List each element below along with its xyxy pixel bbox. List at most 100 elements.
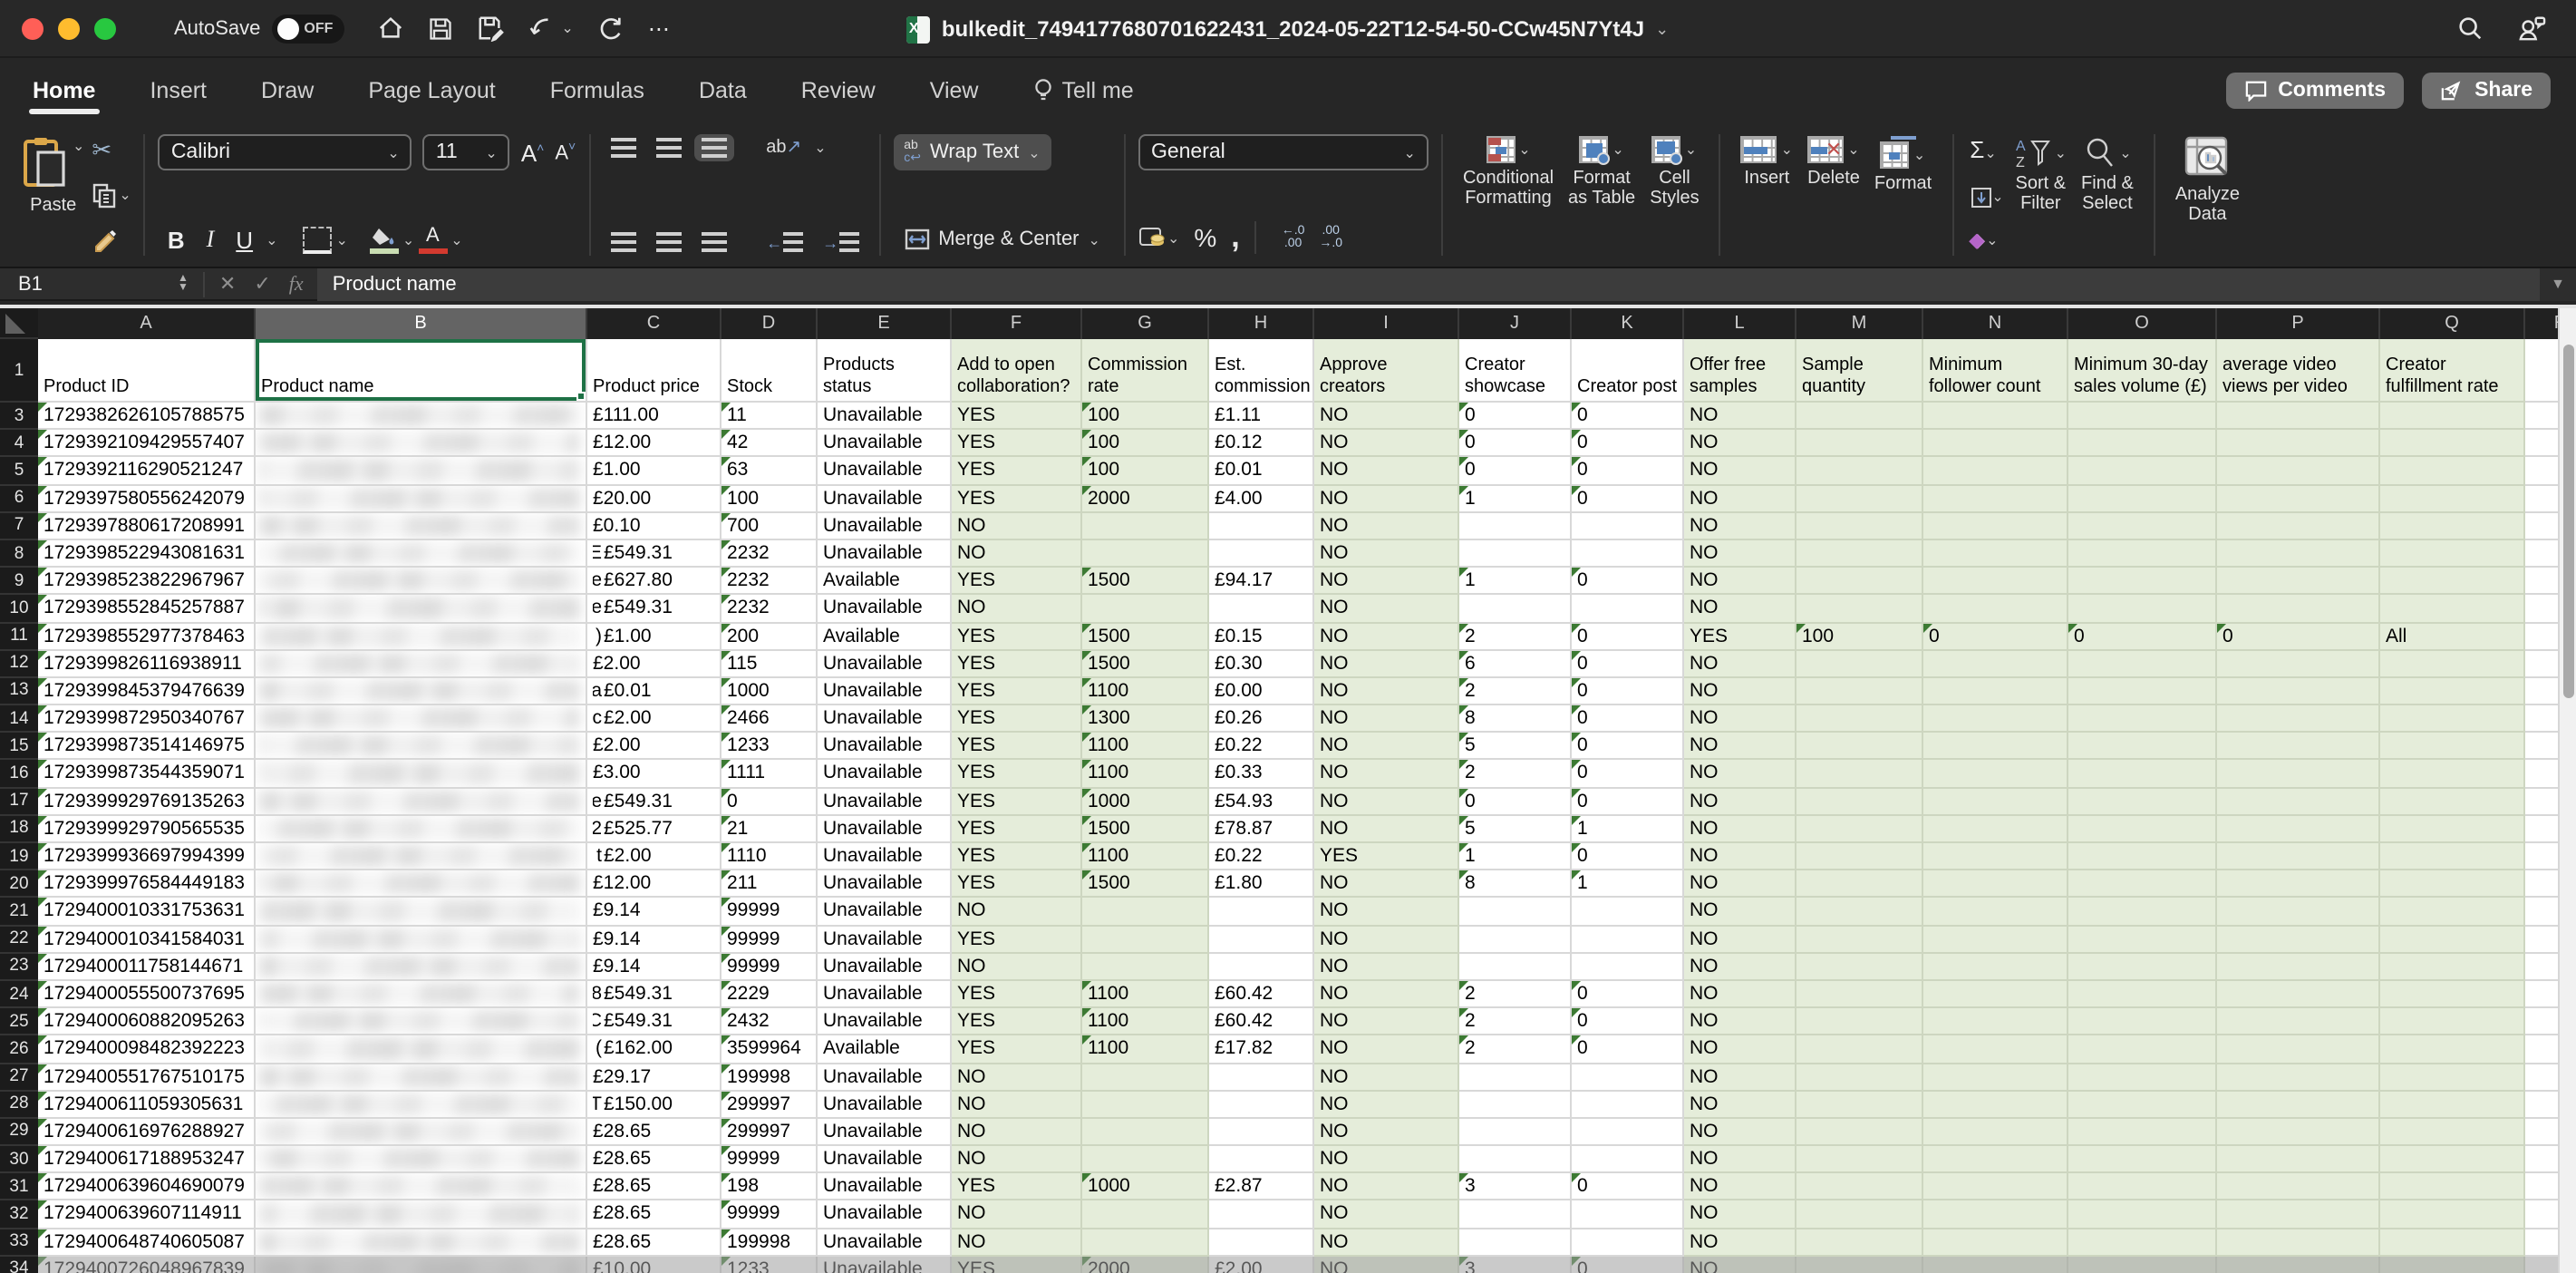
row-header-26[interactable]: 26	[0, 1036, 38, 1064]
cell-L21[interactable]: NO	[1684, 899, 1796, 926]
cell-B19[interactable]	[256, 843, 587, 870]
cell-O26[interactable]	[2068, 1036, 2217, 1064]
increase-decimal-icon[interactable]: ←.0 .00	[1282, 225, 1305, 250]
tab-data[interactable]: Data	[699, 63, 747, 118]
cell-F4[interactable]: YES	[952, 430, 1082, 457]
cell-H11[interactable]: £0.15	[1209, 623, 1314, 650]
cell-A8[interactable]: 1729398522943081631	[38, 540, 256, 568]
cell-C25[interactable]: C£549.31	[587, 1008, 721, 1035]
cell-G22[interactable]	[1082, 926, 1209, 953]
cell-P22[interactable]	[2217, 926, 2380, 953]
row-header-29[interactable]: 29	[0, 1119, 38, 1146]
cell-F30[interactable]: NO	[952, 1146, 1082, 1173]
cell-B33[interactable]	[256, 1229, 587, 1256]
cell-P14[interactable]	[2217, 705, 2380, 733]
cell-E9[interactable]: Available	[818, 568, 952, 595]
cell-F29[interactable]: NO	[952, 1119, 1082, 1146]
cell-O31[interactable]	[2068, 1174, 2217, 1201]
cell-F31[interactable]: YES	[952, 1174, 1082, 1201]
copy-icon[interactable]: ⌄	[92, 182, 131, 208]
cell-E29[interactable]: Unavailable	[818, 1119, 952, 1146]
row-header-15[interactable]: 15	[0, 734, 38, 761]
cell-H4[interactable]: £0.12	[1209, 430, 1314, 457]
cell-Q16[interactable]	[2380, 761, 2525, 788]
cell-A14[interactable]: 1729399872950340767	[38, 705, 256, 733]
cell-O6[interactable]	[2068, 485, 2217, 512]
cell-E3[interactable]: Unavailable	[818, 403, 952, 430]
cell-N3[interactable]	[1923, 403, 2068, 430]
cell-H16[interactable]: £0.33	[1209, 761, 1314, 788]
cell-P11[interactable]: 0	[2217, 623, 2380, 650]
cell-K23[interactable]	[1572, 954, 1684, 981]
cell-I1[interactable]: Approve creators	[1314, 339, 1459, 403]
cancel-icon[interactable]: ✕	[219, 272, 236, 296]
cell-C13[interactable]: a£0.01	[587, 678, 721, 705]
cell-H6[interactable]: £4.00	[1209, 485, 1314, 512]
cell-B17[interactable]	[256, 788, 587, 815]
cell-O13[interactable]	[2068, 678, 2217, 705]
cell-O3[interactable]	[2068, 403, 2217, 430]
cell-P3[interactable]	[2217, 403, 2380, 430]
row-header-18[interactable]: 18	[0, 816, 38, 843]
cell-J32[interactable]	[1459, 1201, 1572, 1229]
cell-O24[interactable]	[2068, 981, 2217, 1008]
cell-P5[interactable]	[2217, 458, 2380, 485]
cell-E23[interactable]: Unavailable	[818, 954, 952, 981]
tab-page-layout[interactable]: Page Layout	[368, 63, 495, 118]
cell-B16[interactable]	[256, 761, 587, 788]
cell-K29[interactable]	[1572, 1119, 1684, 1146]
column-header-H[interactable]: H	[1209, 308, 1314, 339]
cell-M20[interactable]	[1796, 870, 1923, 898]
cell-D29[interactable]: 299997	[721, 1119, 818, 1146]
cell-F1[interactable]: Add to open collaboration?	[952, 339, 1082, 403]
cell-K4[interactable]: 0	[1572, 430, 1684, 457]
cell-Q8[interactable]	[2380, 540, 2525, 568]
cell-G17[interactable]: 1000	[1082, 788, 1209, 815]
cell-F6[interactable]: YES	[952, 485, 1082, 512]
cell-E11[interactable]: Available	[818, 623, 952, 650]
cell-A6[interactable]: 1729397580556242079	[38, 485, 256, 512]
cell-N33[interactable]	[1923, 1229, 2068, 1256]
cell-F21[interactable]: NO	[952, 899, 1082, 926]
cell-E4[interactable]: Unavailable	[818, 430, 952, 457]
cell-B31[interactable]	[256, 1174, 587, 1201]
cell-Q26[interactable]	[2380, 1036, 2525, 1064]
percent-style-icon[interactable]: %	[1194, 223, 1216, 252]
cell-H14[interactable]: £0.26	[1209, 705, 1314, 733]
cell-G32[interactable]	[1082, 1201, 1209, 1229]
cell-H23[interactable]	[1209, 954, 1314, 981]
cell-I25[interactable]: NO	[1314, 1008, 1459, 1035]
cell-P18[interactable]	[2217, 816, 2380, 843]
cell-K20[interactable]: 1	[1572, 870, 1684, 898]
cell-I3[interactable]: NO	[1314, 403, 1459, 430]
cell-H8[interactable]	[1209, 540, 1314, 568]
cell-G20[interactable]: 1500	[1082, 870, 1209, 898]
cell-K16[interactable]: 0	[1572, 761, 1684, 788]
cell-G13[interactable]: 1100	[1082, 678, 1209, 705]
cell-C8[interactable]: E£549.31	[587, 540, 721, 568]
cell-N4[interactable]	[1923, 430, 2068, 457]
save-as-icon[interactable]	[476, 15, 503, 42]
cell-J22[interactable]	[1459, 926, 1572, 953]
cell-M5[interactable]	[1796, 458, 1923, 485]
cell-P7[interactable]	[2217, 513, 2380, 540]
cell-P13[interactable]	[2217, 678, 2380, 705]
cell-D23[interactable]: 99999	[721, 954, 818, 981]
cell-D22[interactable]: 99999	[721, 926, 818, 953]
cell-J14[interactable]: 8	[1459, 705, 1572, 733]
font-color-chevron[interactable]: ⌄	[450, 231, 462, 248]
cell-G4[interactable]: 100	[1082, 430, 1209, 457]
cell-Q30[interactable]	[2380, 1146, 2525, 1173]
cell-P19[interactable]	[2217, 843, 2380, 870]
decrease-decimal-icon[interactable]: .00 →.0	[1319, 225, 1342, 250]
cell-A26[interactable]: 1729400098482392223	[38, 1036, 256, 1064]
cell-L7[interactable]: NO	[1684, 513, 1796, 540]
cell-O33[interactable]	[2068, 1229, 2217, 1256]
cell-J26[interactable]: 2	[1459, 1036, 1572, 1064]
cell-Q11[interactable]: All	[2380, 623, 2525, 650]
cell-D20[interactable]: 211	[721, 870, 818, 898]
cell-N26[interactable]	[1923, 1036, 2068, 1064]
cell-H25[interactable]: £60.42	[1209, 1008, 1314, 1035]
more-commands-icon[interactable]: ⋯	[648, 15, 672, 41]
cell-L26[interactable]: NO	[1684, 1036, 1796, 1064]
